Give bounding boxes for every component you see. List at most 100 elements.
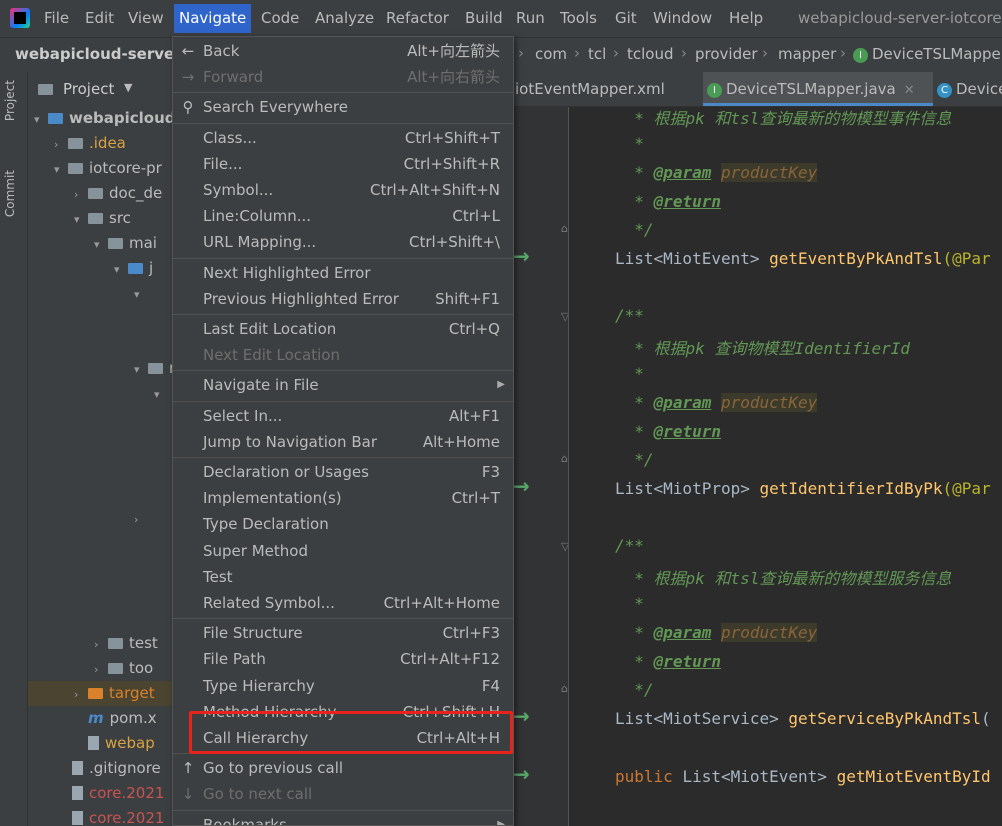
menu-window[interactable]: Window <box>653 9 712 27</box>
implementation-gutter-icon[interactable]: → <box>513 762 530 786</box>
chevron-down-icon[interactable]: ▾ <box>134 282 148 307</box>
menu-item-last-edit-location[interactable]: Last Edit Location Ctrl+Q <box>173 316 513 342</box>
project-tool-tab[interactable]: Project <box>3 80 17 121</box>
tree-row[interactable]: ▾r <box>134 356 175 381</box>
tab-device[interactable]: CDevice <box>937 72 1002 106</box>
menu-edit[interactable]: Edit <box>85 9 114 27</box>
fold-icon[interactable]: ⌂ <box>561 222 568 235</box>
tree-row[interactable]: › test <box>94 631 158 656</box>
menu-item-declaration-or-usages[interactable]: Declaration or Usages F3 <box>173 459 513 485</box>
menu-item-line-column[interactable]: Line:Column... Ctrl+L <box>173 203 513 229</box>
menu-item-label: File... <box>203 154 243 173</box>
breadcrumb-com[interactable]: com <box>535 45 567 63</box>
chevron-right-icon[interactable]: › <box>134 507 148 532</box>
chevron-right-icon[interactable]: › <box>74 182 88 207</box>
menu-file[interactable]: File <box>44 9 69 27</box>
tree-row[interactable]: core.2021 <box>58 781 164 806</box>
tree-row[interactable]: ▾ src <box>74 206 131 231</box>
menu-item-file-structure[interactable]: File Structure Ctrl+F3 <box>173 620 513 646</box>
tree-row[interactable]: ▾ <box>154 381 168 406</box>
chevron-down-icon[interactable]: ▾ <box>134 357 148 382</box>
menu-item-type-hierarchy[interactable]: Type Hierarchy F4 <box>173 673 513 699</box>
tree-row[interactable]: ▾ mai <box>94 231 157 256</box>
tree-row[interactable]: ▾ iotcore-pr <box>54 156 162 181</box>
code-editor[interactable]: * 根据pk 和tsl查询最新的物模型事件信息 * * @param produ… <box>569 107 1002 826</box>
chevron-right-icon[interactable]: › <box>94 657 108 682</box>
menu-item-label: Jump to Navigation Bar <box>203 432 377 451</box>
commit-tool-tab[interactable]: Commit <box>3 170 17 217</box>
tab-iotevent-mapper[interactable]: iotEventMapper.xml <box>515 72 695 106</box>
menu-item-search-everywhere[interactable]: ⚲ Search Everywhere <box>173 94 513 120</box>
breadcrumb-provider[interactable]: provider <box>695 45 758 63</box>
menu-item-label: Previous Highlighted Error <box>203 289 399 308</box>
fold-icon[interactable]: ⌂ <box>561 682 568 695</box>
tree-row[interactable]: › doc_de <box>74 181 162 206</box>
chevron-down-icon[interactable]: ▾ <box>54 157 68 182</box>
menu-code[interactable]: Code <box>261 9 299 27</box>
menu-git[interactable]: Git <box>615 9 637 27</box>
class-icon: C <box>937 83 952 98</box>
tree-row[interactable]: webap <box>74 731 155 756</box>
project-icon <box>38 84 53 95</box>
chevron-down-icon[interactable]: ▾ <box>74 207 88 232</box>
implementation-gutter-icon[interactable]: → <box>513 244 530 268</box>
chevron-right-icon[interactable]: › <box>54 132 68 157</box>
menu-item-next-highlighted-error[interactable]: Next Highlighted Error <box>173 260 513 286</box>
menu-item-class[interactable]: Class... Ctrl+Shift+T <box>173 125 513 151</box>
breadcrumb-tcloud[interactable]: tcloud <box>627 45 674 63</box>
menu-item-file-path[interactable]: File Path Ctrl+Alt+F12 <box>173 646 513 672</box>
menu-item-related-symbol[interactable]: Related Symbol... Ctrl+Alt+Home <box>173 590 513 616</box>
menu-item-implementation-s[interactable]: Implementation(s) Ctrl+T <box>173 485 513 511</box>
menu-refactor[interactable]: Refactor <box>386 9 449 27</box>
tree-row[interactable]: core.2021 <box>58 806 164 826</box>
project-panel-title[interactable]: Project <box>63 80 114 98</box>
chevron-down-icon[interactable]: ▾ <box>154 382 168 407</box>
menu-item-back[interactable]: ← Back Alt+向左箭头 <box>173 38 513 64</box>
chevron-down-icon[interactable]: ▾ <box>114 257 128 282</box>
menu-item-symbol[interactable]: Symbol... Ctrl+Alt+Shift+N <box>173 177 513 203</box>
project-name[interactable]: webapicloud-server- <box>15 45 188 63</box>
chevron-down-icon[interactable]: ▾ <box>34 107 48 132</box>
tree-row[interactable]: ▾ <box>134 281 148 306</box>
menu-analyze[interactable]: Analyze <box>315 9 374 27</box>
menu-run[interactable]: Run <box>516 9 545 27</box>
menu-item-test[interactable]: Test <box>173 564 513 590</box>
tree-row[interactable]: ▾ webapicloud <box>34 106 176 131</box>
fold-icon[interactable]: ⌂ <box>561 452 568 465</box>
implementation-gutter-icon[interactable]: → <box>513 474 530 498</box>
tree-row[interactable]: .gitignore <box>58 756 161 781</box>
breadcrumb-tcl[interactable]: tcl <box>588 45 606 63</box>
menu-item-file[interactable]: File... Ctrl+Shift+R <box>173 151 513 177</box>
breadcrumb-devicetslmapper[interactable]: I DeviceTSLMapper <box>853 45 1002 63</box>
menu-item-super-method[interactable]: Super Method <box>173 538 513 564</box>
tree-row[interactable]: › .idea <box>54 131 126 156</box>
tree-row[interactable]: ▾ j <box>114 256 153 281</box>
tree-row[interactable]: › too <box>94 656 153 681</box>
menu-item-go-to-previous-call[interactable]: ↑ Go to previous call <box>173 755 513 781</box>
menu-item-label: Bookmarks <box>203 815 287 826</box>
menu-item-url-mapping[interactable]: URL Mapping... Ctrl+Shift+\ <box>173 229 513 255</box>
menu-item-navigate-in-file[interactable]: Navigate in File ▶ <box>173 372 513 398</box>
menu-item-select-in[interactable]: Select In... Alt+F1 <box>173 403 513 429</box>
chevron-down-icon[interactable]: ▾ <box>94 232 108 257</box>
menu-item-type-declaration[interactable]: Type Declaration <box>173 511 513 537</box>
implementation-gutter-icon[interactable]: → <box>513 704 530 728</box>
submenu-arrow-icon: ▶ <box>497 818 505 826</box>
chevron-right-icon[interactable]: › <box>94 632 108 657</box>
tree-row[interactable]: m pom.x <box>74 706 157 731</box>
menu-help[interactable]: Help <box>729 9 763 27</box>
menu-item-jump-to-navigation-bar[interactable]: Jump to Navigation Bar Alt+Home <box>173 429 513 455</box>
tab-devicetslmapper[interactable]: I DeviceTSLMapper.java ✕ <box>703 72 933 106</box>
close-tab-icon[interactable]: ✕ <box>904 83 915 98</box>
menu-item-previous-highlighted-error[interactable]: Previous Highlighted Error Shift+F1 <box>173 286 513 312</box>
menu-navigate[interactable]: Navigate <box>174 4 252 33</box>
menu-build[interactable]: Build <box>465 9 503 27</box>
chevron-down-icon[interactable]: ▼ <box>124 81 132 94</box>
arrow-up-icon: ↑ <box>181 759 195 778</box>
tree-row[interactable]: › <box>134 506 148 531</box>
menu-item-bookmarks[interactable]: Bookmarks ▶ <box>173 812 513 826</box>
chevron-right-icon[interactable]: › <box>74 682 88 707</box>
menu-view[interactable]: View <box>128 9 164 27</box>
menu-tools[interactable]: Tools <box>560 9 597 27</box>
breadcrumb-mapper[interactable]: mapper <box>778 45 836 63</box>
